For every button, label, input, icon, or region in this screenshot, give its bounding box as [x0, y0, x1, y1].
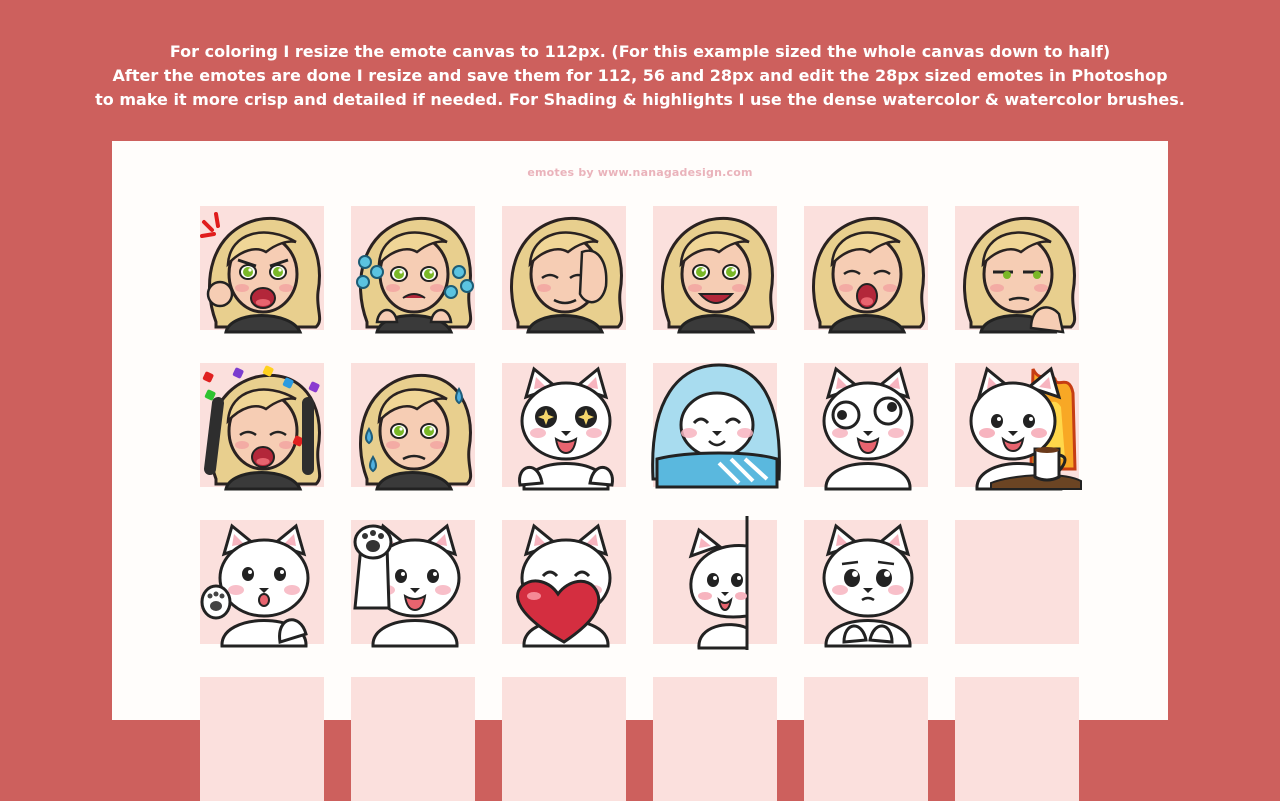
- emote-slot: [502, 363, 626, 491]
- caption-line-3: to make it more crisp and detailed if ne…: [95, 90, 1185, 109]
- emote-slot: [200, 363, 324, 491]
- derp-dog-emote: [822, 366, 914, 491]
- emote-slot: [351, 363, 475, 491]
- caption-line-2: After the emotes are done I resize and s…: [112, 66, 1168, 85]
- smug-girl-emote: [963, 216, 1077, 334]
- pleading-dog-emote: [822, 523, 914, 648]
- facepalm-girl-emote: [510, 216, 624, 334]
- emote-slot: [804, 363, 928, 491]
- credit-label: emotes by www.nanagadesign.com: [527, 166, 753, 179]
- fire-coffee-dog-emote: [969, 366, 1082, 491]
- empty-emote-slot: [200, 677, 324, 801]
- sparkle-dog-emote: [518, 366, 614, 491]
- wave-dog-emote: [200, 523, 310, 648]
- tutorial-caption: For coloring I resize the emote canvas t…: [0, 40, 1280, 112]
- emote-slot: [653, 516, 777, 650]
- emote-slot: [502, 206, 626, 334]
- blanket-dog-emote: [651, 363, 781, 489]
- emote-slot: [502, 520, 626, 648]
- caption-line-1: For coloring I resize the emote canvas t…: [169, 42, 1111, 61]
- empty-emote-slot: [653, 677, 777, 801]
- laugh-girl-emote: [812, 216, 926, 334]
- empty-emote-slot: [955, 520, 1079, 644]
- empty-emote-slot: [502, 677, 626, 801]
- empty-emote-slot: [804, 677, 928, 801]
- emote-slot: [955, 206, 1079, 334]
- emote-slot: [351, 520, 475, 648]
- hype-girl-emote: [202, 365, 322, 491]
- empty-emote-slot: [351, 677, 475, 801]
- sweat-girl-emote: [359, 373, 473, 491]
- angry-girl-emote: [200, 212, 322, 334]
- grin-girl-emote: [661, 216, 775, 334]
- heart-dog-emote: [516, 523, 612, 648]
- emote-slot: [653, 206, 777, 334]
- empty-emote-slot: [955, 677, 1079, 801]
- emote-slot: [804, 206, 928, 334]
- emote-slot: [200, 206, 324, 334]
- emote-slot: [804, 520, 928, 648]
- emote-slot: [351, 206, 475, 334]
- emote-slot: [651, 363, 781, 489]
- paw-dog-emote: [353, 523, 461, 648]
- crying-girl-emote: [356, 216, 474, 334]
- peek-dog-emote: [688, 516, 749, 650]
- emote-sheet: emotes by www.nanagadesign.com: [112, 141, 1168, 801]
- emote-slot: [955, 363, 1082, 491]
- emote-slot: [200, 520, 324, 648]
